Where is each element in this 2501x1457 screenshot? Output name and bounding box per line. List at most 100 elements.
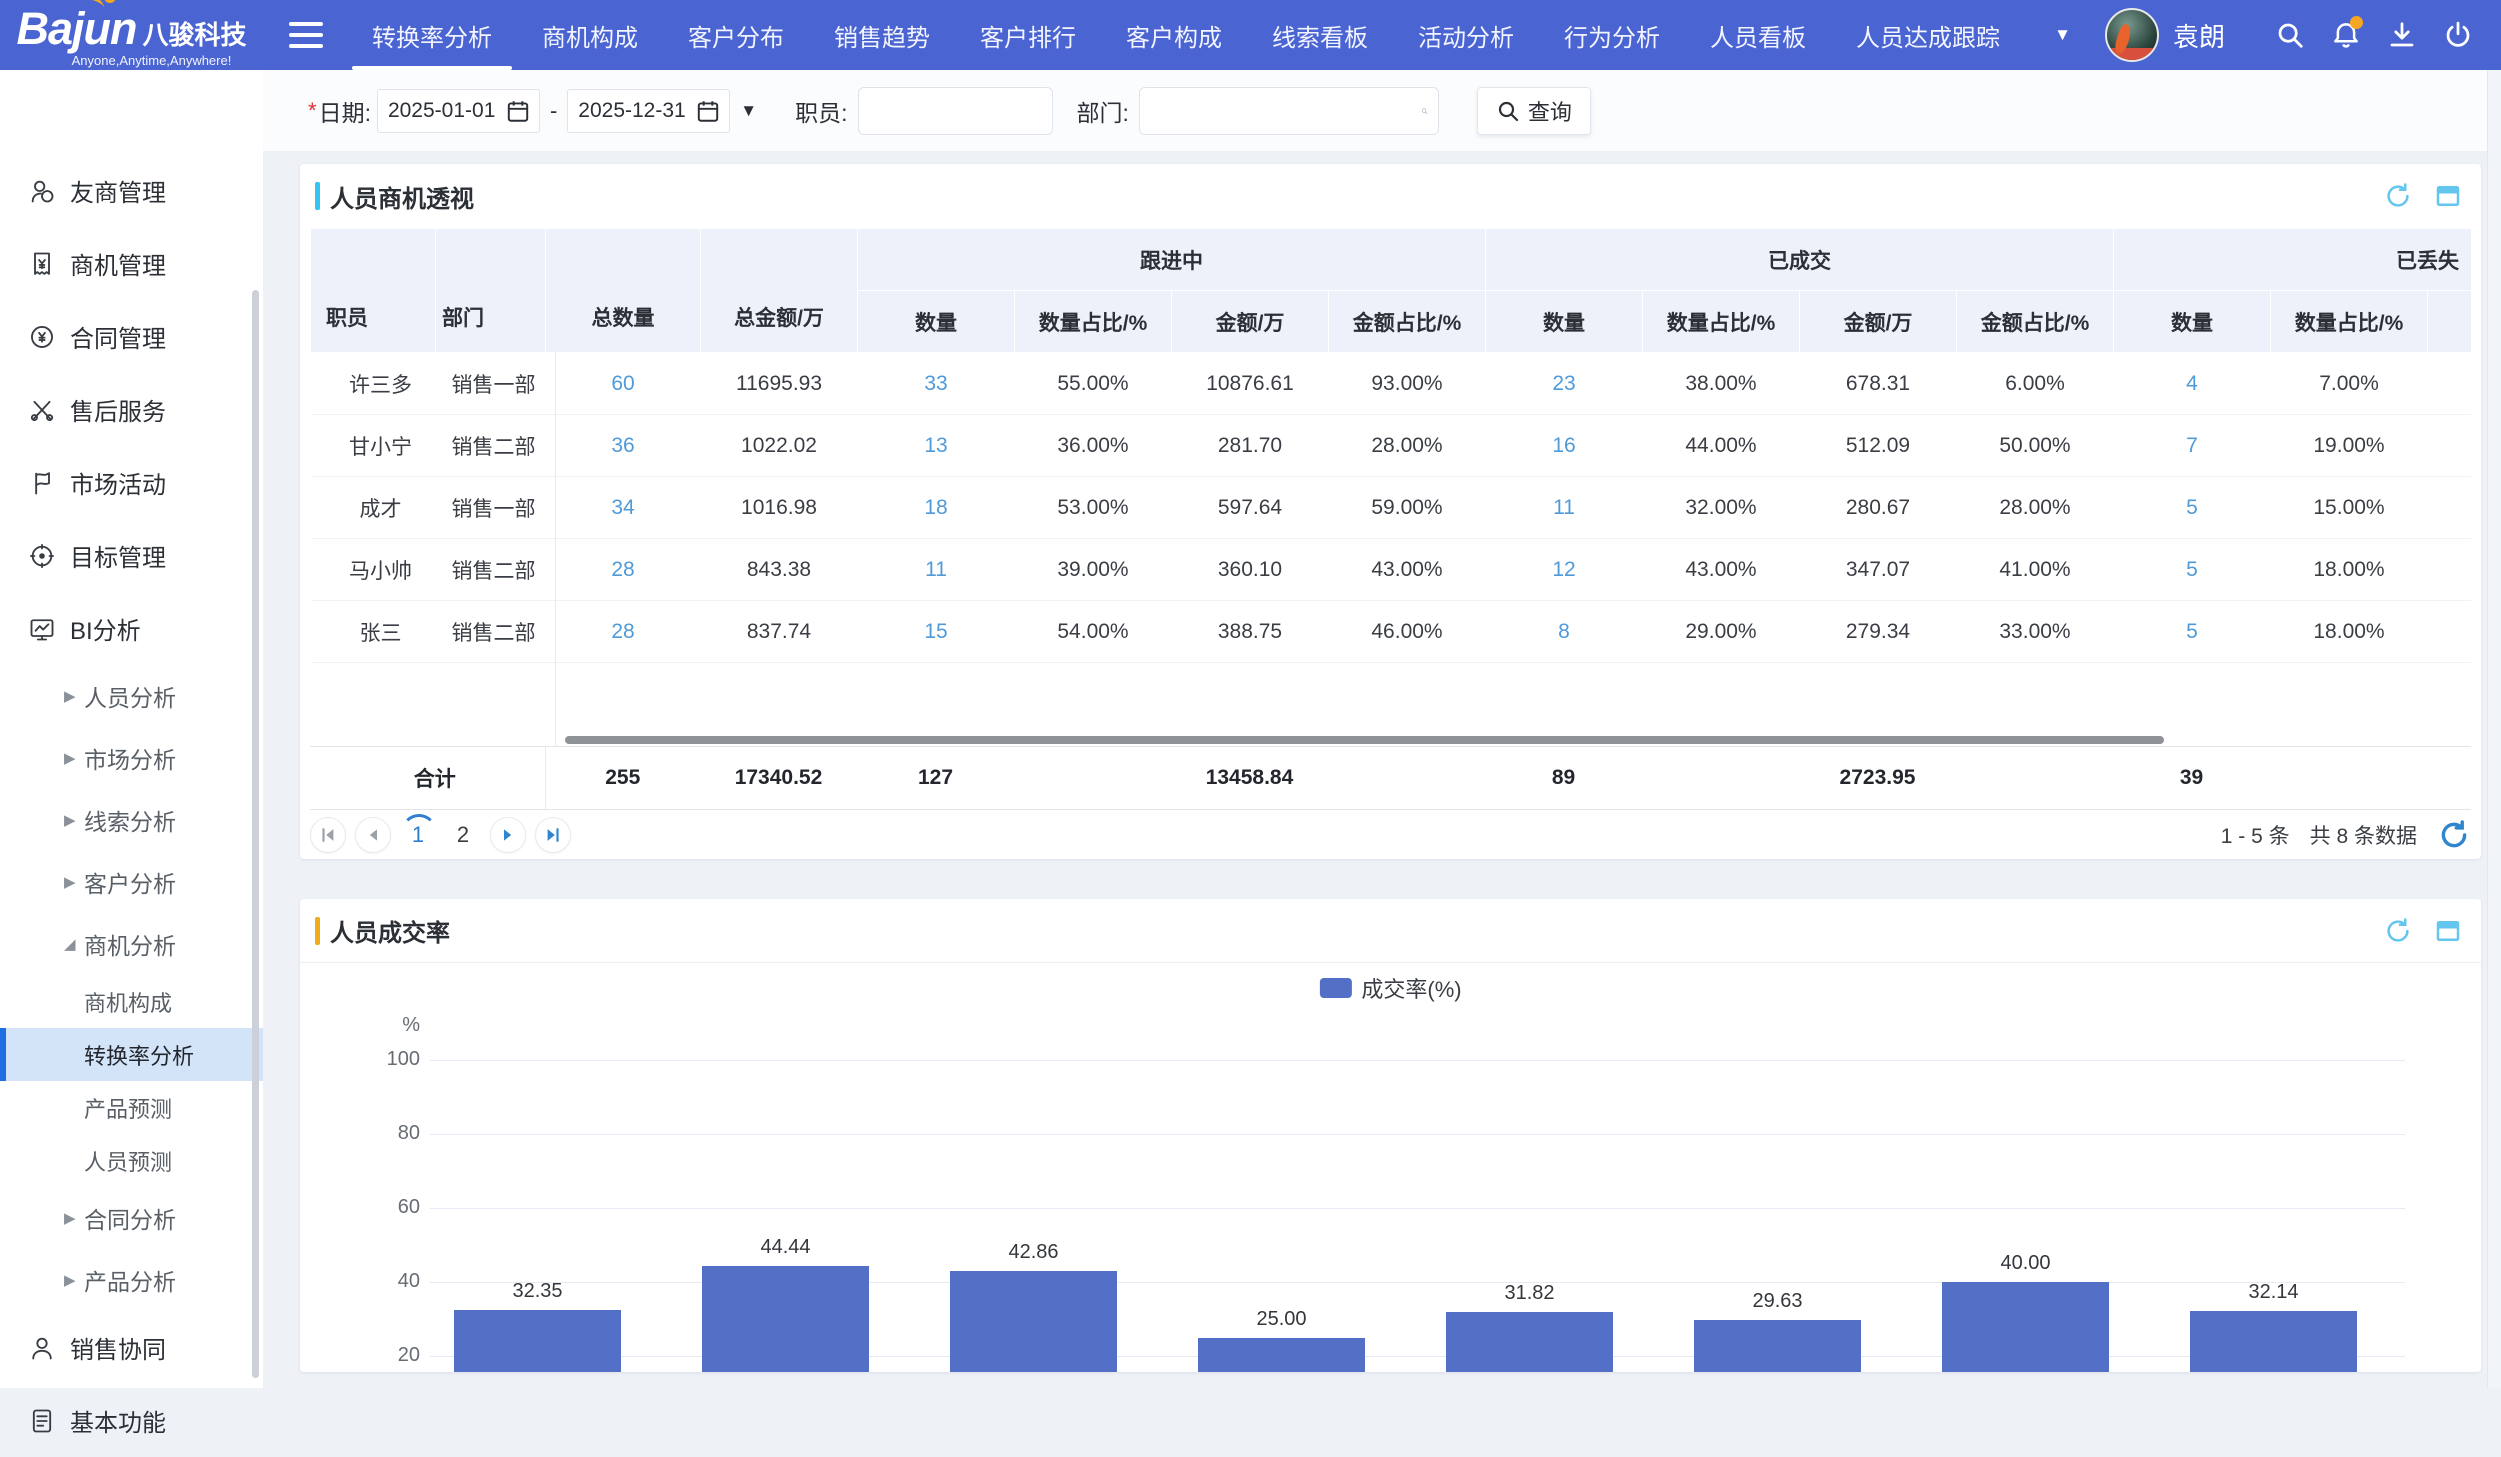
value-cell: 55.00% — [1015, 353, 1172, 415]
sidebar-item-市场活动[interactable]: 市场活动 — [0, 446, 263, 519]
table-horizontal-scrollbar[interactable] — [565, 736, 2164, 744]
sidebar-item-商机分析[interactable]: ◢商机分析 — [0, 913, 263, 975]
refresh-icon[interactable] — [2437, 818, 2471, 852]
page-number-2[interactable]: 2 — [445, 817, 481, 853]
count-link[interactable]: 12 — [1552, 558, 1575, 581]
total-value-cell: 255 — [545, 747, 700, 809]
count-link[interactable]: 60 — [611, 372, 634, 395]
refresh-icon[interactable] — [2383, 916, 2413, 946]
sidebar-scrollbar[interactable] — [252, 290, 259, 1378]
count-link[interactable]: 11 — [925, 558, 947, 581]
nav-item-8[interactable]: 行为分析 — [1539, 0, 1685, 70]
nav-item-6[interactable]: 线索看板 — [1247, 0, 1393, 70]
search-button[interactable]: 查询 — [1477, 87, 1591, 135]
count-link[interactable]: 28 — [611, 558, 634, 581]
count-link[interactable]: 5 — [2186, 558, 2198, 581]
previous-page-button[interactable] — [355, 817, 391, 853]
count-cell: 28 — [546, 539, 701, 601]
next-page-button[interactable] — [490, 817, 526, 853]
value-cell: 29.00% — [1643, 601, 1800, 663]
sidebar-item-商机管理[interactable]: 商机管理 — [0, 227, 263, 300]
count-cell: 4 — [2114, 353, 2271, 415]
count-link[interactable]: 36 — [611, 434, 634, 457]
count-link[interactable]: 18 — [924, 496, 947, 519]
sidebar-item-人员分析[interactable]: ▶人员分析 — [0, 665, 263, 727]
campaign-icon — [28, 469, 56, 497]
sidebar-item-产品预测[interactable]: 产品预测 — [0, 1081, 263, 1134]
sidebar-item-线索分析[interactable]: ▶线索分析 — [0, 789, 263, 851]
gridline — [430, 1208, 2405, 1209]
total-value-cell — [1014, 747, 1171, 809]
brand-tagline: Anyone,Anytime,Anywhere! — [72, 53, 232, 68]
search-icon[interactable] — [2273, 18, 2307, 52]
nav-item-4[interactable]: 客户排行 — [955, 0, 1101, 70]
value-cell — [2428, 415, 2472, 477]
date-from-input[interactable]: 2025-01-01 — [377, 89, 540, 133]
app-logo[interactable]: Bajun 八骏科技 Anyone,Anytime,Anywhere! — [0, 0, 263, 70]
count-link[interactable]: 28 — [611, 620, 634, 643]
nav-item-7[interactable]: 活动分析 — [1393, 0, 1539, 70]
sidebar-item-目标管理[interactable]: 目标管理 — [0, 519, 263, 592]
notifications-bell-icon[interactable] — [2329, 18, 2363, 52]
sidebar-item-合同分析[interactable]: ▶合同分析 — [0, 1187, 263, 1249]
nav-overflow-arrow-icon[interactable]: ▼ — [2054, 25, 2071, 45]
count-link[interactable]: 16 — [1552, 434, 1575, 457]
count-link[interactable]: 5 — [2186, 620, 2198, 643]
brand-name-cn: 八骏科技 — [143, 15, 247, 52]
frozen-column-divider — [555, 352, 556, 746]
sidebar-item-市场分析[interactable]: ▶市场分析 — [0, 727, 263, 789]
sidebar-item-基本功能[interactable]: 基本功能 — [0, 1384, 263, 1457]
refresh-icon[interactable] — [2383, 181, 2413, 211]
last-page-button[interactable] — [535, 817, 571, 853]
sidebar-item-人员预测[interactable]: 人员预测 — [0, 1134, 263, 1187]
value-cell: 347.07 — [1800, 539, 1957, 601]
page-scrollbar[interactable] — [2487, 70, 2501, 1388]
count-link[interactable]: 4 — [2186, 372, 2198, 395]
sidebar-item-客户分析[interactable]: ▶客户分析 — [0, 851, 263, 913]
sidebar-item-BI分析[interactable]: BI分析 — [0, 592, 263, 665]
download-icon[interactable] — [2385, 18, 2419, 52]
chart-legend[interactable]: 成交率(%) — [1319, 972, 1461, 1004]
sidebar-item-产品分析[interactable]: ▶产品分析 — [0, 1249, 263, 1311]
date-to-input[interactable]: 2025-12-31 — [567, 89, 730, 133]
user-avatar[interactable] — [2105, 8, 2159, 62]
nav-item-3[interactable]: 销售趋势 — [809, 0, 955, 70]
count-link[interactable]: 13 — [924, 434, 947, 457]
count-link[interactable]: 15 — [924, 620, 947, 643]
date-preset-arrow-icon[interactable]: ▼ — [740, 101, 757, 121]
sidebar-item-label: 人员预测 — [84, 1145, 172, 1177]
page-number-1[interactable]: 1 — [400, 817, 436, 853]
menu-icon[interactable] — [289, 22, 323, 48]
pivot-sub-header: 数量 — [2114, 291, 2271, 353]
sidebar-item-商机构成[interactable]: 商机构成 — [0, 975, 263, 1028]
dept-search-box — [1139, 87, 1439, 135]
count-link[interactable]: 5 — [2186, 496, 2198, 519]
value-cell: 59.00% — [1329, 477, 1486, 539]
nav-item-5[interactable]: 客户构成 — [1101, 0, 1247, 70]
nav-item-0[interactable]: 转换率分析 — [347, 0, 517, 70]
dept-search-input[interactable] — [1150, 91, 1421, 131]
table-row: 甘小宁销售二部361022.021336.00%281.7028.00%1644… — [311, 415, 2472, 477]
sidebar-item-销售协同[interactable]: 销售协同 — [0, 1311, 263, 1384]
count-link[interactable]: 11 — [1553, 496, 1575, 519]
count-link[interactable]: 33 — [924, 372, 947, 395]
count-cell: 16 — [1486, 415, 1643, 477]
nav-item-10[interactable]: 人员达成跟踪 — [1831, 0, 2025, 70]
partner-icon — [28, 177, 56, 205]
count-link[interactable]: 23 — [1552, 372, 1575, 395]
sidebar-item-售后服务[interactable]: 售后服务 — [0, 373, 263, 446]
sidebar-item-转换率分析[interactable]: 转换率分析 — [0, 1028, 263, 1081]
nav-item-2[interactable]: 客户分布 — [663, 0, 809, 70]
count-link[interactable]: 7 — [2186, 434, 2198, 457]
sidebar-item-合同管理[interactable]: 合同管理 — [0, 300, 263, 373]
count-link[interactable]: 34 — [611, 496, 634, 519]
maximize-window-icon[interactable] — [2433, 181, 2463, 211]
maximize-window-icon[interactable] — [2433, 916, 2463, 946]
nav-item-1[interactable]: 商机构成 — [517, 0, 663, 70]
first-page-button[interactable] — [310, 817, 346, 853]
nav-item-9[interactable]: 人员看板 — [1685, 0, 1831, 70]
power-icon[interactable] — [2441, 18, 2475, 52]
sidebar-item-友商管理[interactable]: 友商管理 — [0, 154, 263, 227]
target-icon — [28, 542, 56, 570]
count-link[interactable]: 8 — [1558, 620, 1570, 643]
